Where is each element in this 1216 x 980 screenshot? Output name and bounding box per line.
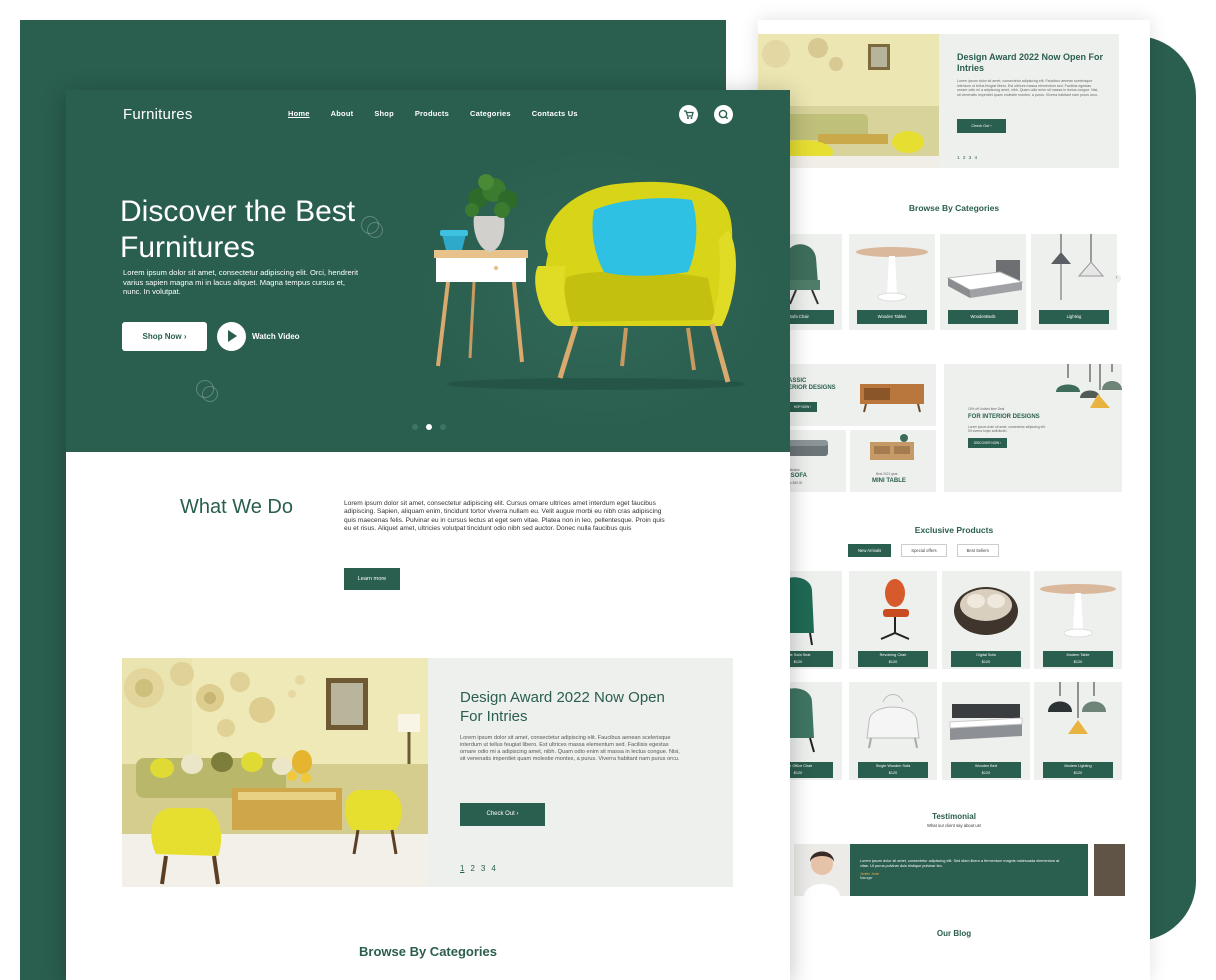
rp-award-text: Lorem ipsum dolor sit amet, consectetur …: [957, 79, 1099, 97]
hero-furniture-illustration: [434, 174, 746, 390]
page-2-link[interactable]: 2: [470, 864, 474, 873]
nav-home[interactable]: Home: [288, 109, 310, 118]
award-text: Lorem ipsum dolor sit amet, consectetur …: [460, 735, 680, 762]
right-page-preview: Design Award 2022 Now Open For Intries L…: [758, 20, 1150, 980]
watch-video-link[interactable]: Watch Video: [252, 332, 300, 341]
hero-slider-dots[interactable]: [412, 424, 446, 430]
rp-category-label: Lighting: [1039, 310, 1109, 324]
nav-products[interactable]: Products: [415, 109, 449, 118]
rp-tab-new-arrivals[interactable]: New Arrivals: [848, 544, 892, 557]
rp-product-card[interactable]: Wooden Bed $120: [942, 682, 1030, 780]
rp-testimonial-quote: Lorem ipsum dolor sit amet, consectetur …: [860, 859, 1060, 868]
rp-product-tabs: New Arrivals Special offers Best Sellers: [848, 544, 999, 557]
award-pagination: 1 2 3 4: [460, 864, 496, 873]
decor-ring: [202, 386, 218, 402]
rp-offer-text: 15% off Limited time Deal: [968, 407, 1005, 411]
hero-description: Lorem ipsum dolor sit amet, consectetur …: [123, 268, 359, 296]
site-logo[interactable]: Furnitures: [123, 106, 193, 123]
rp-testimonial-next-avatar[interactable]: [1094, 844, 1125, 896]
rp-offer-title: FOR INTERIOR DESIGNS: [968, 414, 1040, 420]
page-1-link[interactable]: 1: [460, 864, 464, 873]
rp-award-title: Design Award 2022 Now Open For Intries: [957, 52, 1104, 73]
rp-testimonial-role: Manager: [860, 876, 873, 880]
cart-icon[interactable]: [679, 105, 698, 124]
award-section: Design Award 2022 Now Open For Intries L…: [122, 658, 733, 887]
rp-blog-title: Our Blog: [936, 929, 972, 938]
rp-product-card[interactable]: Digital Sofa $120: [942, 571, 1030, 669]
page-3-link[interactable]: 3: [481, 864, 485, 873]
hero-title: Discover the Best Furnitures: [120, 195, 356, 264]
rp-exclusive-title: Exclusive Products: [914, 525, 994, 535]
rp-offer-desc: Lorem ipsum dolor sit amet, consectetur …: [968, 425, 1046, 433]
rp-product-label: Single Wooden Sofa $120: [858, 762, 928, 778]
rp-product-label: Modern Lighting $120: [1043, 762, 1113, 778]
rp-product-card[interactable]: Modern Table $120: [1034, 571, 1122, 669]
what-we-do-text: Lorem ipsum dolor sit amet, consectetur …: [344, 500, 665, 533]
rp-testimonial-card: Lorem ipsum dolor sit amet, consectetur …: [850, 844, 1088, 896]
rp-banner-mini-table[interactable]: Best 2021 gear MINI TABLE: [850, 430, 936, 492]
rp-testimonial-title: Testimonial: [932, 812, 976, 821]
rp-shop-now-button[interactable]: HOP NOW ›: [788, 402, 817, 412]
award-image: [122, 658, 428, 887]
rp-category-card-beds[interactable]: WoodenBeds: [940, 234, 1026, 330]
rp-testimonial-avatar: [794, 844, 850, 896]
browse-categories-title: Browse By Categories: [359, 944, 497, 959]
decor-ring: [367, 222, 383, 238]
search-icon[interactable]: [714, 105, 733, 124]
rp-award-section: Design Award 2022 Now Open For Intries L…: [758, 34, 1119, 168]
main-nav: Home About Shop Products Categories Cont…: [288, 109, 578, 118]
rp-banner-offer[interactable]: 15% off Limited time Deal FOR INTERIOR D…: [944, 364, 1122, 492]
rp-table-small: Best 2021 gear: [876, 472, 898, 476]
rp-banner-classic-title-2: ERIOR DESIGNS: [788, 385, 836, 391]
rp-award-pagination[interactable]: 1 2 3 4: [957, 155, 978, 160]
play-icon[interactable]: [217, 322, 246, 351]
rp-product-label: Wooden Bed $120: [951, 762, 1021, 778]
rp-product-label: Modern Table $120: [1043, 651, 1113, 667]
shop-now-button[interactable]: Shop Now ›: [122, 322, 207, 351]
page-4-link[interactable]: 4: [491, 864, 495, 873]
rp-testimonial-subtitle: What our client say about us!: [927, 823, 981, 828]
learn-more-button[interactable]: Learn more: [344, 568, 400, 590]
rp-table-title: MINI TABLE: [872, 478, 906, 484]
slider-dot-active[interactable]: [426, 424, 432, 430]
rp-product-label: Revolving Chair $120: [858, 651, 928, 667]
rp-product-card[interactable]: Modern Lighting $120: [1034, 682, 1122, 780]
rp-product-card[interactable]: Revolving Chair $120: [849, 571, 937, 669]
main-page-preview: Furnitures Home About Shop Products Cate…: [66, 90, 790, 980]
nav-categories[interactable]: Categories: [470, 109, 511, 118]
hero-section: Furnitures Home About Shop Products Cate…: [66, 90, 790, 452]
rp-next-arrow-icon[interactable]: ›: [1112, 274, 1121, 283]
rp-category-card-lighting[interactable]: Lighting: [1031, 234, 1117, 330]
check-out-button[interactable]: Check Out ›: [460, 803, 545, 826]
nav-shop[interactable]: Shop: [374, 109, 394, 118]
rp-discover-now-button[interactable]: DISCOVER NOW ›: [968, 438, 1007, 448]
rp-category-label: Wooden Tables: [857, 310, 927, 324]
slider-dot[interactable]: [440, 424, 446, 430]
rp-tab-special-offers[interactable]: Special offers: [901, 544, 947, 557]
nav-about[interactable]: About: [331, 109, 354, 118]
award-title: Design Award 2022 Now Open For Intries: [460, 689, 665, 725]
showcase-stage: Design Award 2022 Now Open For Intries L…: [0, 0, 1216, 980]
rp-category-label: WoodenBeds: [948, 310, 1018, 324]
rp-check-out-button[interactable]: Check Out ›: [957, 119, 1006, 133]
slider-dot[interactable]: [412, 424, 418, 430]
rp-tab-best-sellers[interactable]: Best Sellers: [956, 544, 999, 557]
nav-contacts[interactable]: Contacts Us: [532, 109, 578, 118]
rp-category-card-tables[interactable]: Wooden Tables: [849, 234, 935, 330]
what-we-do-title: What We Do: [180, 496, 293, 518]
rp-product-label: Digital Sofa $120: [951, 651, 1021, 667]
rp-browse-title: Browse By Categories: [908, 203, 1000, 213]
rp-banner-classic-title-1: ASSIC: [788, 378, 807, 384]
rp-product-card[interactable]: Single Wooden Sofa $120: [849, 682, 937, 780]
